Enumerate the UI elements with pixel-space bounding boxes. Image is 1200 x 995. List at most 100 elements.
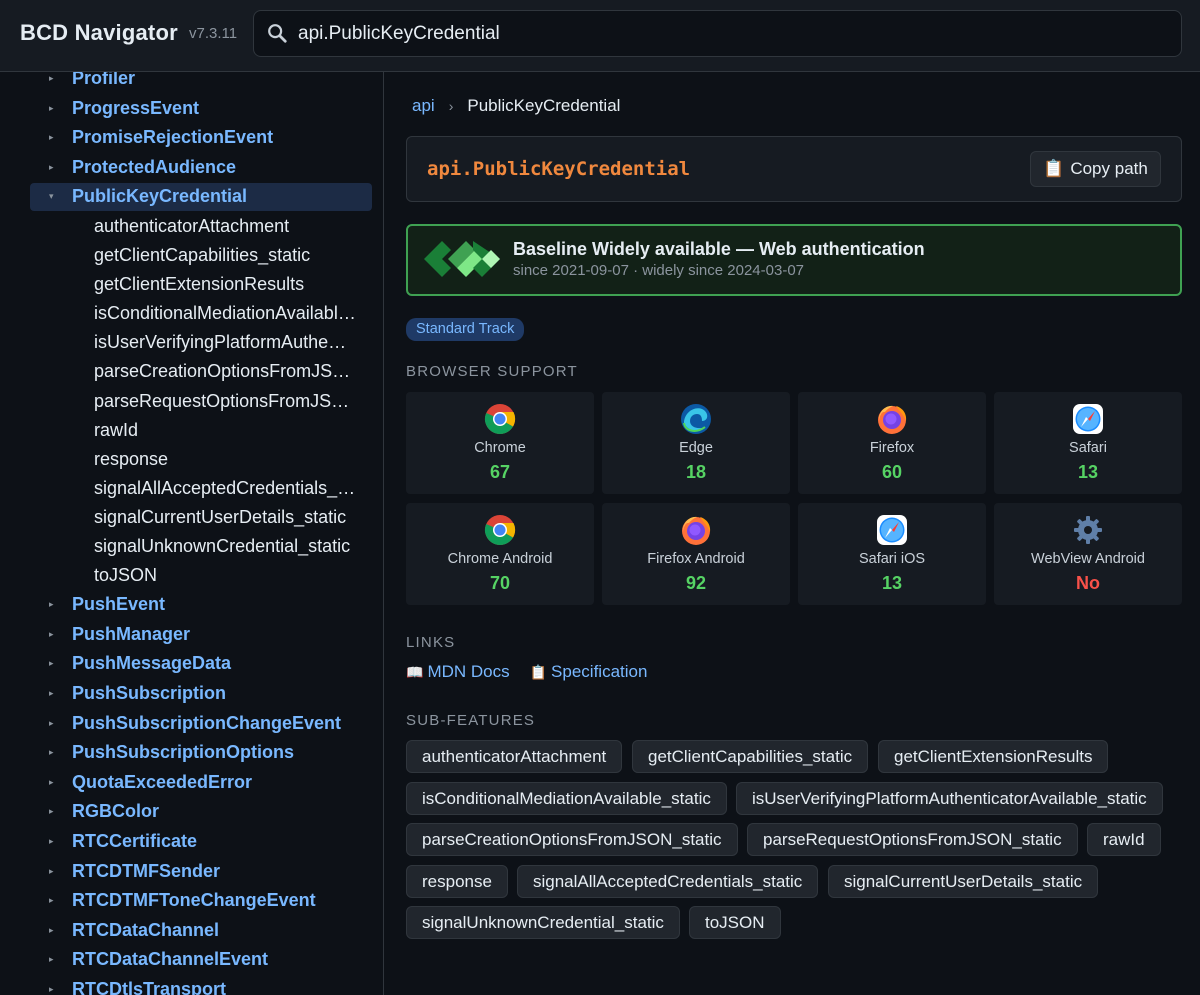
tree-child-item[interactable]: signalCurrentUserDetails_static <box>0 503 383 532</box>
sub-feature-chip[interactable]: getClientCapabilities_static <box>632 740 869 773</box>
browser-version-added: 13 <box>881 573 903 593</box>
tree-node-RGBColor[interactable]: ▸ RGBColor <box>0 797 383 827</box>
tree-child-item[interactable]: response <box>0 445 383 474</box>
caret-right-icon[interactable]: ▸ <box>49 975 54 995</box>
tree-node-RTCDTMFToneChangeEvent[interactable]: ▸ RTCDTMFToneChangeEvent <box>0 886 383 916</box>
sub-feature-chip[interactable]: isConditionalMediationAvailable_static <box>406 781 727 815</box>
caret-down-icon[interactable]: ▾ <box>49 182 54 212</box>
caret-right-icon[interactable]: ▸ <box>49 768 54 798</box>
sub-feature-chip[interactable]: signalCurrentUserDetails_static <box>828 864 1099 898</box>
caret-right-icon[interactable]: ▸ <box>49 945 54 975</box>
tree-child-label: getClientCapabilities_static <box>94 245 311 266</box>
sub-feature-chip[interactable]: response <box>406 864 508 898</box>
tree-node-RTCDtlsTransport[interactable]: ▸ RTCDtlsTransport <box>0 975 383 995</box>
tree-node-PushManager[interactable]: ▸ PushManager <box>0 620 383 650</box>
tree-node-PushMessageData[interactable]: ▸ PushMessageData <box>0 649 383 679</box>
sub-feature-chip[interactable]: parseRequestOptionsFromJSON_static <box>747 823 1078 856</box>
chrome-icon <box>484 514 516 546</box>
sidebar-tree: ▸ Profiler ▸ ProgressEvent ▸ PromiseRejection… <box>0 72 384 995</box>
tree-child-item[interactable]: isConditionalMediationAvailabl… <box>0 299 383 328</box>
sub-features-heading: SUB-FEATURES <box>406 712 536 729</box>
tree-node-RTCDTMFSender[interactable]: ▸ RTCDTMFSender <box>0 857 383 887</box>
sub-feature-chip[interactable]: toJSON <box>689 906 781 939</box>
specification-link[interactable]: 📋 Specification <box>530 662 648 682</box>
sub-feature-chip[interactable]: signalUnknownCredential_static <box>406 906 680 939</box>
tree-child-item[interactable]: toJSON <box>0 561 383 590</box>
caret-right-icon[interactable]: ▸ <box>49 916 54 946</box>
tree-node-RTCCertificate[interactable]: ▸ RTCCertificate <box>0 827 383 857</box>
top-bar: BCD Navigator v7.3.11 <box>0 0 1200 72</box>
tree-child-item[interactable]: rawId <box>0 416 383 445</box>
tree-node-QuotaExceededError[interactable]: ▸ QuotaExceededError <box>0 768 383 798</box>
breadcrumb: api › PublicKeyCredential <box>412 96 620 116</box>
tree-node-PushEvent[interactable]: ▸ PushEvent <box>0 590 383 620</box>
breadcrumb-current: PublicKeyCredential <box>467 96 621 115</box>
tree-child-item[interactable]: isUserVerifyingPlatformAuthe… <box>0 328 383 357</box>
baseline-dates: since 2021-09-07 · widely since 2024-03-… <box>513 262 805 279</box>
links-row: 📖 MDN Docs 📋 Specification <box>406 662 667 682</box>
tree-node-Profiler[interactable]: ▸ Profiler <box>0 72 383 94</box>
caret-right-icon[interactable]: ▸ <box>49 797 54 827</box>
sub-feature-chip[interactable]: getClientExtensionResults <box>878 740 1109 773</box>
tree-child-item[interactable]: signalAllAcceptedCredentials_… <box>0 474 383 503</box>
tree-node-label: Profiler <box>72 72 136 88</box>
tree-list: ▸ Profiler ▸ ProgressEvent ▸ PromiseRejection… <box>0 72 383 995</box>
tree-child-item[interactable]: signalUnknownCredential_static <box>0 532 383 561</box>
caret-right-icon[interactable]: ▸ <box>49 857 54 887</box>
caret-right-icon[interactable]: ▸ <box>49 649 54 679</box>
tree-node-label: RTCDtlsTransport <box>72 978 227 995</box>
tree-node-label: RTCDataChannelEvent <box>72 949 269 970</box>
caret-right-icon[interactable]: ▸ <box>49 620 54 650</box>
tree-node-label: PromiseRejectionEvent <box>72 127 274 148</box>
firefox-icon <box>680 514 712 546</box>
webview-gear-icon <box>1072 514 1104 546</box>
sub-feature-chip[interactable]: parseCreationOptionsFromJSON_static <box>406 823 738 856</box>
tree-child-item[interactable]: authenticatorAttachment <box>0 212 383 241</box>
tree-node-PromiseRejectionEvent[interactable]: ▸ PromiseRejectionEvent <box>0 123 383 153</box>
browser-card: Safari iOS 13 <box>798 503 986 605</box>
sub-feature-chip[interactable]: rawId <box>1087 823 1161 856</box>
breadcrumb-root-link[interactable]: api <box>412 96 435 116</box>
search-box[interactable] <box>253 10 1182 57</box>
caret-right-icon[interactable]: ▸ <box>49 123 54 153</box>
tree-child-item[interactable]: parseCreationOptionsFromJS… <box>0 357 383 386</box>
breadcrumb-separator: › <box>448 98 454 114</box>
clipboard-icon: 📋 <box>529 663 548 680</box>
tree-child-item[interactable]: parseRequestOptionsFromJS… <box>0 387 383 416</box>
caret-right-icon[interactable]: ▸ <box>49 590 54 620</box>
safari-icon <box>876 514 908 546</box>
safari-icon <box>1072 403 1104 435</box>
sub-feature-chip[interactable]: isUserVerifyingPlatformAuthenticatorAvai… <box>736 781 1163 815</box>
browser-name: Chrome <box>474 440 526 456</box>
caret-right-icon[interactable]: ▸ <box>49 72 54 94</box>
caret-right-icon[interactable]: ▸ <box>49 94 54 124</box>
tree-node-RTCDataChannelEvent[interactable]: ▸ RTCDataChannelEvent <box>0 945 383 975</box>
tree-node-PushSubscriptionChangeEvent[interactable]: ▸ PushSubscriptionChangeEvent <box>0 709 383 739</box>
tree-node-PublicKeyCredential[interactable]: ▾ PublicKeyCredential <box>0 182 383 212</box>
caret-right-icon[interactable]: ▸ <box>49 738 54 768</box>
sub-feature-chip[interactable]: authenticatorAttachment <box>406 740 623 773</box>
caret-right-icon[interactable]: ▸ <box>49 709 54 739</box>
tree-node-ProtectedAudience[interactable]: ▸ ProtectedAudience <box>0 153 383 183</box>
tree-node-PushSubscription[interactable]: ▸ PushSubscription <box>0 679 383 709</box>
tree-child-item[interactable]: getClientCapabilities_static <box>0 241 383 270</box>
tree-node-label: QuotaExceededError <box>72 771 253 792</box>
copy-path-button[interactable]: 📋 Copy path <box>1030 151 1161 187</box>
browser-card: Edge 18 <box>602 392 790 494</box>
tree-child-item[interactable]: getClientExtensionResults <box>0 270 383 299</box>
browser-card: Safari 13 <box>994 392 1182 494</box>
caret-right-icon[interactable]: ▸ <box>49 679 54 709</box>
tree-node-label: RTCDTMFToneChangeEvent <box>72 890 316 911</box>
caret-right-icon[interactable]: ▸ <box>49 153 54 183</box>
tree-node-ProgressEvent[interactable]: ▸ ProgressEvent <box>0 94 383 124</box>
mdn-docs-link[interactable]: 📖 MDN Docs <box>406 662 510 682</box>
sub-feature-chip[interactable]: signalAllAcceptedCredentials_static <box>517 864 819 898</box>
caret-right-icon[interactable]: ▸ <box>49 827 54 857</box>
tree-child-label: signalUnknownCredential_static <box>94 536 351 556</box>
tree-child-label: rawId <box>94 419 139 440</box>
tree-node-PushSubscriptionOptions[interactable]: ▸ PushSubscriptionOptions <box>0 738 383 768</box>
tree-child-label: parseRequestOptionsFromJS… <box>94 390 350 411</box>
search-input[interactable] <box>298 11 1158 56</box>
caret-right-icon[interactable]: ▸ <box>49 886 54 916</box>
tree-node-RTCDataChannel[interactable]: ▸ RTCDataChannel <box>0 916 383 946</box>
